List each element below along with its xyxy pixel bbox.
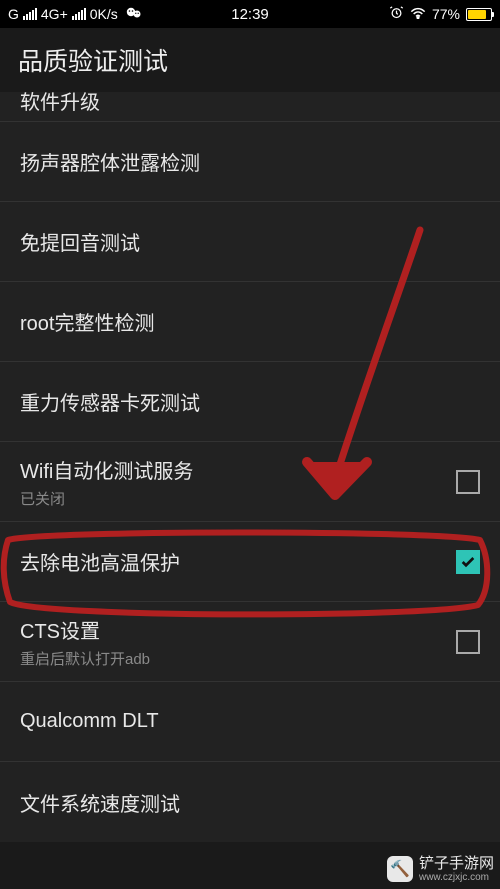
signal-icon-2 bbox=[72, 8, 86, 20]
list-item[interactable]: 文件系统速度测试 bbox=[0, 762, 500, 842]
item-title: Wifi自动化测试服务 bbox=[20, 455, 193, 484]
checkbox-checked[interactable] bbox=[456, 550, 480, 574]
item-title: CTS设置 bbox=[20, 615, 150, 644]
settings-list: 软件升级 扬声器腔体泄露检测 免提回音测试 root完整性检测 重力传感器卡死测… bbox=[0, 92, 500, 842]
list-item[interactable]: CTS设置 重启后默认打开adb bbox=[0, 602, 500, 682]
status-left: G 4G+ 0K/s bbox=[8, 6, 144, 23]
wifi-icon bbox=[410, 6, 426, 22]
watermark-url: www.czjxjc.com bbox=[419, 872, 494, 883]
list-item[interactable]: Qualcomm DLT bbox=[0, 682, 500, 762]
item-title: Qualcomm DLT bbox=[20, 710, 159, 733]
item-title: 软件升级 bbox=[20, 92, 100, 115]
item-title: 文件系统速度测试 bbox=[20, 788, 180, 817]
list-item[interactable]: 免提回音测试 bbox=[0, 202, 500, 282]
item-title: 重力传感器卡死测试 bbox=[20, 387, 200, 416]
wechat-icon bbox=[126, 6, 144, 23]
alarm-icon bbox=[389, 5, 404, 23]
status-bar: G 4G+ 0K/s 12:39 77% bbox=[0, 0, 500, 28]
watermark-logo-icon: 🔨 bbox=[387, 856, 413, 882]
watermark: 🔨 铲子手游网 www.czjxjc.com bbox=[387, 856, 494, 884]
item-subtitle: 重启后默认打开adb bbox=[20, 648, 150, 669]
battery-pct: 77% bbox=[432, 6, 460, 22]
list-item[interactable]: 扬声器腔体泄露检测 bbox=[0, 122, 500, 202]
network-label: 4G+ bbox=[41, 6, 68, 22]
battery-icon bbox=[466, 8, 492, 21]
list-item[interactable]: Wifi自动化测试服务 已关闭 bbox=[0, 442, 500, 522]
checkbox[interactable] bbox=[456, 470, 480, 494]
item-title: 去除电池高温保护 bbox=[20, 547, 180, 576]
item-title: 扬声器腔体泄露检测 bbox=[20, 147, 200, 176]
page-title: 品质验证测试 bbox=[0, 28, 500, 92]
item-title: 免提回音测试 bbox=[20, 227, 140, 256]
checkbox[interactable] bbox=[456, 630, 480, 654]
status-right: 77% bbox=[389, 5, 492, 23]
watermark-title: 铲子手游网 bbox=[419, 856, 494, 873]
carrier-label: G bbox=[8, 6, 19, 22]
list-item[interactable]: 软件升级 bbox=[0, 92, 500, 122]
list-item-highlighted[interactable]: 去除电池高温保护 bbox=[0, 522, 500, 602]
item-title: root完整性检测 bbox=[20, 307, 154, 336]
list-item[interactable]: 重力传感器卡死测试 bbox=[0, 362, 500, 442]
item-subtitle: 已关闭 bbox=[20, 488, 193, 509]
signal-icon bbox=[23, 8, 37, 20]
clock: 12:39 bbox=[231, 6, 269, 23]
speed-label: 0K/s bbox=[90, 6, 118, 22]
list-item[interactable]: root完整性检测 bbox=[0, 282, 500, 362]
